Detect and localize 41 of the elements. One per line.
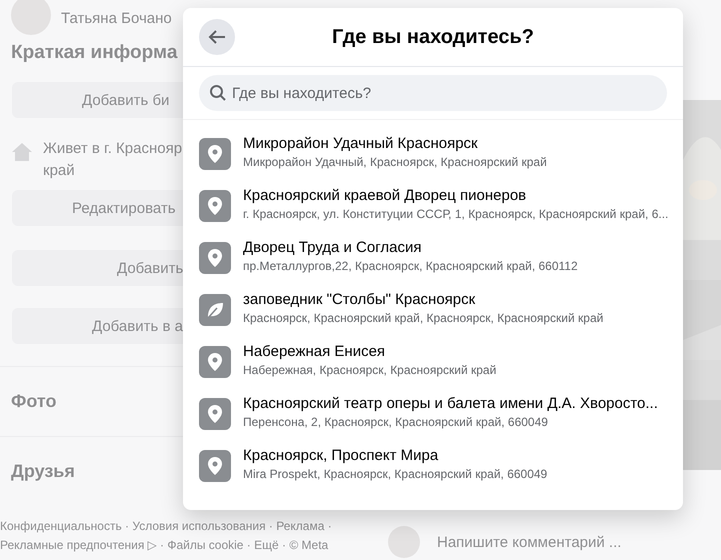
place-address: Mira Prospekt, Красноярск, Красноярский край, 660049 bbox=[243, 466, 548, 482]
place-name: Микрорайон Удачный Красноярск bbox=[243, 134, 479, 152]
place-item[interactable]: заповедник "Столбы" Красноярск Красноярск, Красноярский край, Красноярск, Красноярский край bbox=[183, 284, 683, 336]
footer-links: Конфиденциальность · Условия использования · Реклама · bbox=[0, 518, 332, 535]
place-item[interactable]: Красноярский театр оперы и балета имени Д.А. Хворосто... Перенсона, 2, Красноярск, Красноярский край, 660049 bbox=[183, 388, 683, 440]
footer-links: Рекламные предпочтения ▷ · Файлы cookie · Ещё · © Meta bbox=[0, 537, 330, 554]
place-name: Набережная Енисея bbox=[243, 342, 386, 360]
map-pin-icon bbox=[199, 138, 231, 170]
avatar bbox=[388, 526, 420, 558]
place-item[interactable]: Красноярский краевой Дворец пионеров г. Красноярск, ул. Конституции СССР, 1, Красноярск, Красноярский край, 6... bbox=[183, 180, 683, 232]
map-pin-icon bbox=[199, 450, 231, 482]
place-address: пр.Металлургов,22, Красноярск, Красноярский край, 660112 bbox=[243, 258, 578, 274]
place-address: г. Красноярск, ул. Конституции СССР, 1, Красноярск, Красноярский край, 6... bbox=[243, 206, 668, 222]
place-name: Красноярский краевой Дворец пионеров bbox=[243, 186, 528, 204]
place-name: заповедник "Столбы" Красноярск bbox=[243, 290, 476, 308]
back-button[interactable] bbox=[199, 19, 235, 55]
leaf-icon bbox=[199, 294, 231, 326]
map-pin-icon bbox=[199, 190, 231, 222]
place-name: Дворец Труда и Согласия bbox=[243, 238, 422, 256]
place-address: Перенсона, 2, Красноярск, Красноярский край, 660049 bbox=[243, 414, 549, 430]
place-address: Набережная, Красноярск, Красноярский край bbox=[243, 362, 496, 378]
home-icon bbox=[11, 142, 33, 162]
place-item[interactable]: Красноярск, Проспект Мира Mira Prospekt, Красноярск, Красноярский край, 660049 bbox=[183, 440, 683, 492]
map-pin-icon bbox=[199, 346, 231, 378]
back-arrow-icon bbox=[208, 29, 226, 45]
lives-in-text: край bbox=[43, 161, 76, 181]
place-item[interactable]: Набережная Енисея Набережная, Красноярск, Красноярский край bbox=[183, 336, 683, 388]
section-heading: Друзья bbox=[11, 461, 75, 481]
place-name: Красноярск, Проспект Мира bbox=[243, 446, 440, 464]
place-address: Красноярск, Красноярский край, Красноярск, Красноярский край bbox=[243, 310, 604, 326]
place-name: Красноярский театр оперы и балета имени Д.А. Хворосто... bbox=[243, 394, 658, 412]
search-field[interactable]: Где вы находитесь? bbox=[199, 75, 667, 111]
section-heading: Краткая информа bbox=[11, 42, 178, 64]
map-pin-icon bbox=[199, 398, 231, 430]
section-heading: Фото bbox=[11, 391, 56, 411]
place-address: Микрорайон Удачный, Красноярск, Красноярский край bbox=[243, 154, 547, 170]
lives-in-text: Живет в г. Краснояр bbox=[43, 139, 182, 159]
dialog-title: Где вы находитесь? bbox=[332, 26, 534, 48]
map-pin-icon bbox=[199, 242, 231, 274]
place-item[interactable]: Дворец Труда и Согласия пр.Металлургов,22, Красноярск, Красноярский край, 660112 bbox=[183, 232, 683, 284]
place-item[interactable]: Микрорайон Удачный Красноярск Микрорайон Удачный, Красноярск, Красноярский край bbox=[183, 128, 683, 180]
